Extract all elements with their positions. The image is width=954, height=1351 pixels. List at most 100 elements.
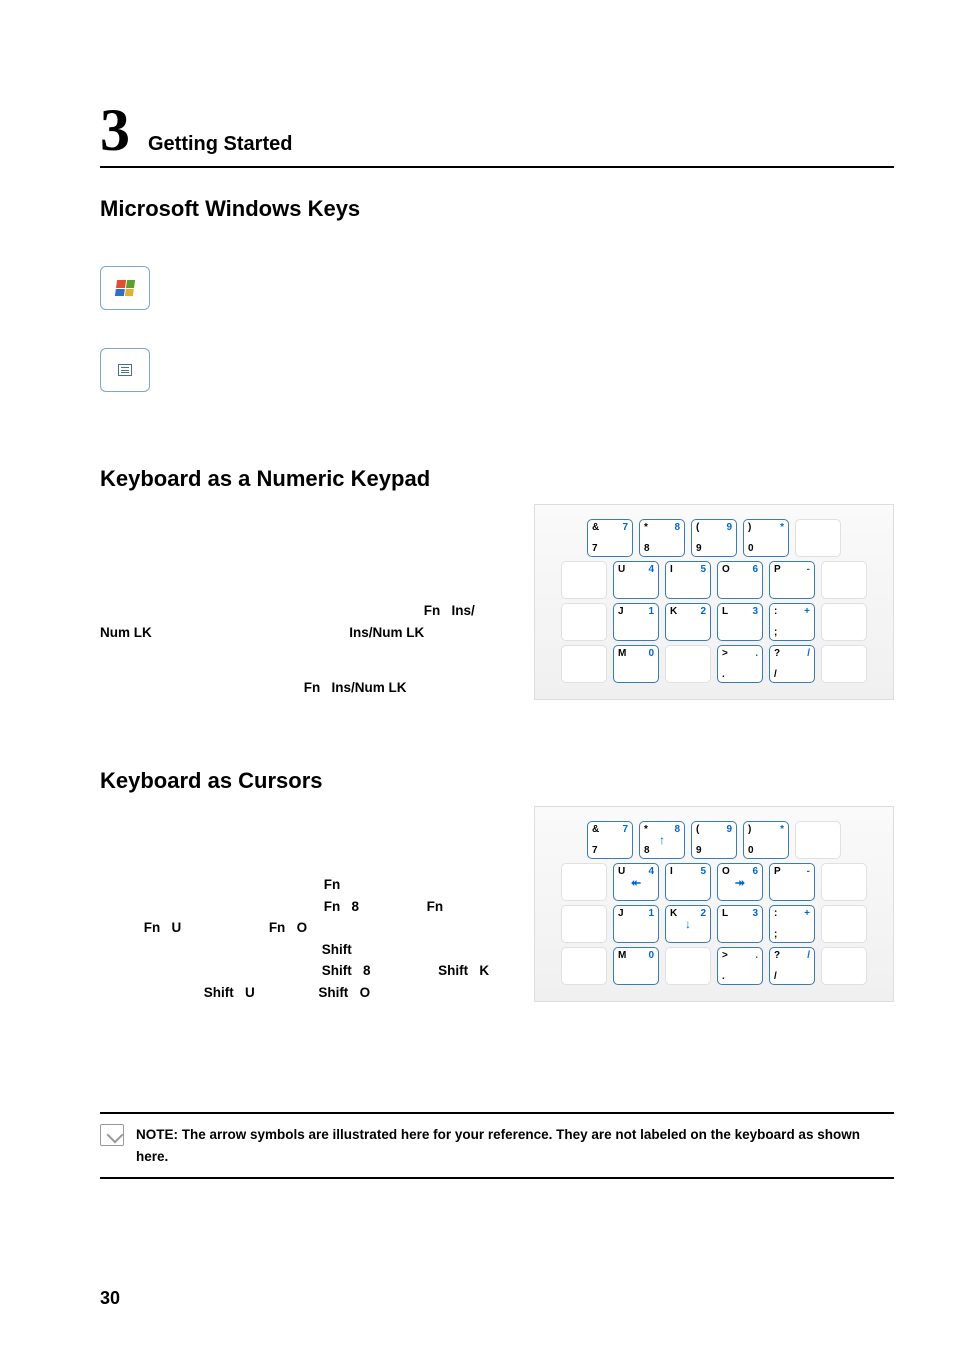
keypad-key-ghost (665, 947, 711, 985)
keypad-key: &77 (587, 821, 633, 859)
cur-fn8b: 8 (352, 899, 360, 914)
note-text: NOTE: The arrow symbols are illustrated … (136, 1124, 894, 1167)
cur-fn: Fn (324, 877, 341, 892)
keypad-key-ghost (821, 561, 867, 599)
keypad-row: M0 >..?// (543, 947, 885, 985)
keypad-key: *88 (639, 519, 685, 557)
keypad-key: M0 (613, 645, 659, 683)
keypad-key: :+; (769, 603, 815, 641)
keypad-key: M0 (613, 947, 659, 985)
cursors-block: &77*88↑(99)*0 U4⯬I5O6⯮P- J1K2↓L3:+; M0 >..?/… (100, 812, 894, 1062)
cur-shiftub: U (245, 985, 255, 1000)
menu-key-desc (172, 367, 894, 373)
keypad-key: U4⯬ (613, 863, 659, 901)
kbd-token-fn2: Fn (304, 680, 321, 695)
section-heading-winkeys: Microsoft Windows Keys (100, 196, 894, 222)
keypad-key-ghost (821, 603, 867, 641)
cursors-diagram: &77*88↑(99)*0 U4⯬I5O6⯮P- J1K2↓L3:+; M0 >..?/… (534, 806, 894, 1002)
menu-key-inner (118, 364, 132, 376)
kbd-token-ins: Ins/ (452, 603, 475, 618)
keypad-key: :+; (769, 905, 815, 943)
note-icon (100, 1124, 124, 1146)
keypad-key-ghost (561, 863, 607, 901)
keypad-key-ghost (561, 603, 607, 641)
kbd-token-fn: Fn (424, 603, 441, 618)
windows-logo-key-inner (116, 280, 134, 296)
keypad-key-ghost (795, 821, 841, 859)
keypad-key: >.. (717, 645, 763, 683)
keypad-key: J1 (613, 905, 659, 943)
keypad-key: O6 (717, 561, 763, 599)
numkeypad-paragraph: Fn Ins/ Num LK Ins/Num LK Fn Ins/Num LK (100, 510, 520, 699)
keypad-row: U4⯬I5O6⯮P- (543, 863, 885, 901)
kbd-token-insnumlk: Ins/Num LK (349, 625, 424, 640)
chapter-title: Getting Started (148, 133, 292, 156)
keypad-key: K2 (665, 603, 711, 641)
keypad-key: (99 (691, 821, 737, 859)
keypad-key: >.. (717, 947, 763, 985)
cur-shiftkb: K (479, 963, 489, 978)
arrow-icon: ⯬ (631, 876, 641, 888)
kbd-token-insnumlk2: Ins/Num LK (332, 680, 407, 695)
keypad-key: L3 (717, 603, 763, 641)
keypad-key-ghost (665, 645, 711, 683)
arrow-icon: ↑ (659, 834, 665, 846)
page-number: 30 (100, 1288, 120, 1309)
keypad-key: ?// (769, 645, 815, 683)
keypad-key-ghost (795, 519, 841, 557)
cur-fno-a: Fn (269, 920, 286, 935)
keypad-key: O6⯮ (717, 863, 763, 901)
keypad-row: J1K2↓L3:+; (543, 905, 885, 943)
keypad-key-ghost (821, 947, 867, 985)
keypad-key: &77 (587, 519, 633, 557)
cur-shiftua: Shift (204, 985, 234, 1000)
keypad-key: P- (769, 863, 815, 901)
keypad-key: I5 (665, 561, 711, 599)
arrow-icon: ⯮ (735, 876, 745, 888)
keypad-key-ghost (821, 645, 867, 683)
keypad-key: J1 (613, 603, 659, 641)
arrow-icon: ↓ (685, 918, 691, 930)
keypad-key-ghost (821, 863, 867, 901)
keypad-key: ?// (769, 947, 815, 985)
keypad-key: (99 (691, 519, 737, 557)
cur-fnu-b: U (172, 920, 182, 935)
menu-key-row (100, 342, 894, 398)
keypad-key-ghost (821, 905, 867, 943)
windows-logo-key-icon (100, 266, 150, 310)
keypad-key: *88↑ (639, 821, 685, 859)
keypad-key: P- (769, 561, 815, 599)
keypad-key-ghost (561, 645, 607, 683)
cur-shift: Shift (322, 942, 352, 957)
kbd-token-numlk: Num LK (100, 625, 152, 640)
keypad-key: U4 (613, 561, 659, 599)
cur-shiftob: O (360, 985, 371, 1000)
windows-key-row (100, 260, 894, 316)
keypad-row: M0 >..?// (543, 645, 885, 683)
chapter-number: 3 (100, 100, 130, 160)
numkeypad-block: &77*88(99)*0 U4I5O6P- J1K2L3:+; M0 >..?// Fn… (100, 510, 894, 740)
cur-fno-b: O (297, 920, 308, 935)
keypad-row: U4I5O6P- (543, 561, 885, 599)
numkeypad-diagram: &77*88(99)*0 U4I5O6P- J1K2L3:+; M0 >..?// (534, 504, 894, 700)
section-heading-cursors: Keyboard as Cursors (100, 768, 894, 794)
context-menu-icon (118, 364, 132, 376)
keypad-key: I5 (665, 863, 711, 901)
keypad-key: K2↓ (665, 905, 711, 943)
windows-key-desc (172, 285, 894, 291)
keypad-row: J1K2L3:+; (543, 603, 885, 641)
keypad-key: )*0 (743, 519, 789, 557)
keypad-key-ghost (561, 561, 607, 599)
keypad-key-ghost (561, 905, 607, 943)
cur-shiftka: Shift (438, 963, 468, 978)
windows-flag-icon (115, 280, 135, 296)
cur-fnu-a: Fn (144, 920, 161, 935)
cur-shift8b: 8 (363, 963, 371, 978)
keypad-key: )*0 (743, 821, 789, 859)
chapter-header: 3 Getting Started (100, 100, 894, 160)
section-heading-numkeypad: Keyboard as a Numeric Keypad (100, 466, 894, 492)
chapter-divider (100, 166, 894, 168)
cur-fn8a: Fn (324, 899, 341, 914)
note-box: NOTE: The arrow symbols are illustrated … (100, 1112, 894, 1179)
cur-fn8c: Fn (427, 899, 444, 914)
